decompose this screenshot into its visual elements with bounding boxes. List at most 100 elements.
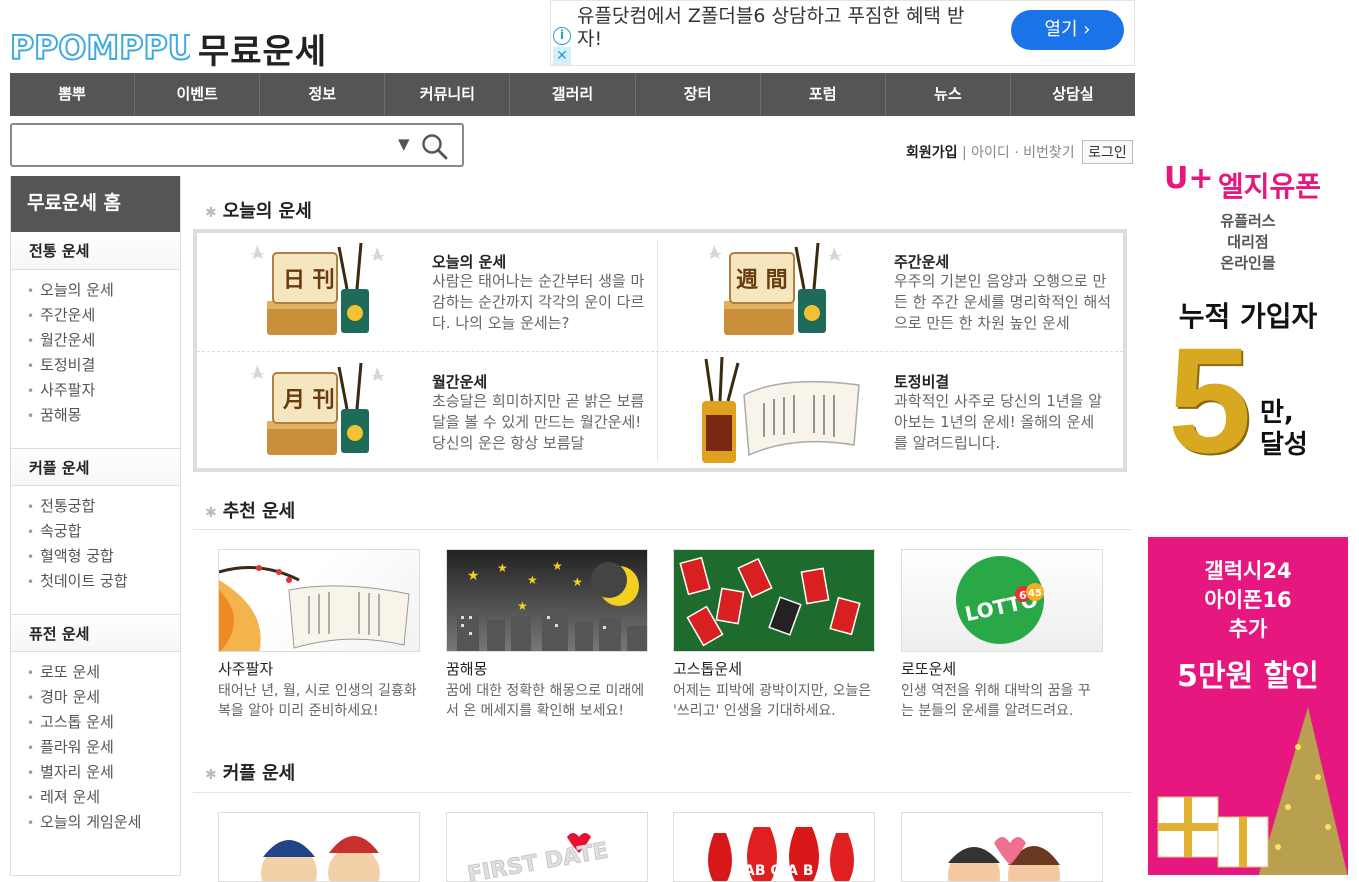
fortune-item-monthly[interactable]: 月 刊 월간운세 초승달은 희미하지만 곧 밝은 보름달을 볼 수 있게 만드는… bbox=[197, 353, 657, 470]
find-password-link[interactable]: 비번찾기 bbox=[1023, 145, 1075, 161]
nav-item-ppomppu[interactable]: 뽐뿌 bbox=[10, 73, 136, 116]
sidebar-item[interactable]: 오늘의 게임운세 bbox=[27, 810, 180, 835]
sidebar-item[interactable]: 별자리 운세 bbox=[27, 760, 180, 785]
ad-big-number: 5 bbox=[1168, 316, 1252, 484]
sidebar-section-title: 커플 운세 bbox=[11, 448, 180, 486]
section-heading-recommend: ✱ 추천 운세 bbox=[205, 497, 295, 523]
recommend-card-saju[interactable]: 사주팔자 태어난 년, 월, 시로 인생의 길흉화복을 알아 미리 준비하세요! bbox=[218, 549, 420, 721]
section-heading-text: 커플 운세 bbox=[222, 763, 296, 784]
card-title[interactable]: 고스톱운세 bbox=[673, 658, 875, 679]
ad-text[interactable]: 유플닷컴에서 Z폴더블6 상담하고 푸짐한 혜택 받자! bbox=[577, 5, 987, 51]
svg-text:★: ★ bbox=[572, 575, 583, 589]
section-heading-text: 오늘의 운세 bbox=[222, 201, 312, 222]
side-banner-ad[interactable]: U+ 엘지유폰 유플러스 대리점 온라인몰 누적 가입자 5 만, 달성 갤럭시… bbox=[1148, 125, 1348, 875]
ad-promo-line: 갤럭시24 bbox=[1204, 559, 1292, 583]
fortune-item-weekly[interactable]: 週 間 주간운세 우주의 기본인 음양과 오행으로 만든 한 주간 운세를 명리… bbox=[659, 233, 1119, 350]
close-icon[interactable]: ✕ bbox=[553, 47, 571, 65]
christmas-tree-icon bbox=[1157, 707, 1348, 875]
sidebar-list: 로또 운세 경마 운세 고스톱 운세 플라워 운세 별자리 운세 레져 운세 오… bbox=[11, 652, 180, 855]
nav-item-event[interactable]: 이벤트 bbox=[135, 73, 261, 116]
ad-open-button[interactable]: 열기 › bbox=[1011, 10, 1124, 50]
top-banner-ad[interactable]: 유플닷컴에서 Z폴더블6 상담하고 푸짐한 혜택 받자! i ✕ 열기 › bbox=[550, 0, 1135, 66]
sidebar-item[interactable]: 속궁합 bbox=[27, 519, 180, 544]
sidebar-item[interactable]: 첫데이트 궁합 bbox=[27, 569, 180, 594]
asterisk-icon: ✱ bbox=[205, 205, 217, 221]
sidebar-list: 오늘의 운세 주간운세 월간운세 토정비결 사주팔자 꿈해몽 bbox=[11, 270, 180, 448]
search-input[interactable]: ▼ bbox=[10, 123, 464, 167]
login-button[interactable]: 로그인 bbox=[1082, 140, 1133, 164]
card-title[interactable]: 꿈해몽 bbox=[446, 658, 648, 679]
blood-type-text: AB O A B bbox=[744, 863, 814, 879]
sidebar-item[interactable]: 혈액형 궁합 bbox=[27, 544, 180, 569]
sidebar-item[interactable]: 경마 운세 bbox=[27, 685, 180, 710]
ad-promo-lines: 갤럭시24 아이폰16 추가 bbox=[1148, 557, 1348, 644]
chevron-down-icon[interactable]: ▼ bbox=[398, 135, 410, 153]
recommend-card-dream[interactable]: ★ ★ ★ ★ ★ ★ 꿈해몽 꿈에 대한 정확한 해몽으로 미래에서 온 메세지를 확인… bbox=[446, 549, 648, 721]
card-title[interactable]: 로또운세 bbox=[901, 658, 1103, 679]
ppomppu-logo[interactable]: PPOMPPU bbox=[9, 26, 195, 68]
info-icon[interactable]: i bbox=[553, 27, 571, 45]
member-links: 회원가입 | 아이디 · 비번찾기 로그인 bbox=[906, 140, 1133, 164]
search-icon[interactable] bbox=[420, 132, 450, 162]
sidebar-item[interactable]: 토정비결 bbox=[27, 353, 180, 378]
nav-item-counsel[interactable]: 상담실 bbox=[1011, 73, 1135, 116]
nav-item-forum[interactable]: 포럼 bbox=[761, 73, 886, 116]
book-label: 週 間 bbox=[736, 267, 788, 293]
card-image: LOTTO 6 45 bbox=[901, 549, 1103, 652]
sidebar: 무료운세 홈 전통 운세 오늘의 운세 주간운세 월간운세 토정비결 사주팔자 … bbox=[10, 176, 181, 876]
sidebar-item[interactable]: 플라워 운세 bbox=[27, 735, 180, 760]
fortune-title[interactable]: 월간운세 bbox=[432, 371, 487, 392]
ad-sub-line: 온라인몰 bbox=[1220, 254, 1276, 272]
main-nav: 뽐뿌 이벤트 정보 커뮤니티 갤러리 장터 포럼 뉴스 상담실 bbox=[10, 73, 1135, 116]
fortune-desc: 우주의 기본인 음양과 오행으로 만든 한 주간 운세를 명리학적인 해석으로 … bbox=[894, 272, 1112, 332]
section-heading-today: ✱ 오늘의 운세 bbox=[205, 197, 312, 223]
svg-text:★: ★ bbox=[467, 568, 480, 584]
nav-item-news[interactable]: 뉴스 bbox=[886, 73, 1011, 116]
card-image bbox=[673, 549, 875, 652]
svg-text:★: ★ bbox=[517, 599, 528, 613]
monthly-book-icon: 月 刊 bbox=[251, 362, 385, 455]
card-desc: 인생 역전을 위해 대박의 꿈을 꾸는 분들의 운세를 알려드려요. bbox=[901, 683, 1091, 719]
find-id-link[interactable]: 아이디 bbox=[971, 145, 1010, 161]
fortune-title[interactable]: 오늘의 운세 bbox=[432, 251, 506, 272]
sidebar-list: 전통궁합 속궁합 혈액형 궁합 첫데이트 궁합 bbox=[11, 486, 180, 614]
lotto-number: 45 bbox=[1028, 588, 1042, 599]
nav-item-market[interactable]: 장터 bbox=[636, 73, 761, 116]
sidebar-home[interactable]: 무료운세 홈 bbox=[11, 176, 180, 232]
asterisk-icon: ✱ bbox=[205, 767, 217, 783]
ad-promo-line: 추가 bbox=[1228, 617, 1268, 641]
join-link[interactable]: 회원가입 bbox=[906, 145, 958, 161]
svg-text:★: ★ bbox=[497, 561, 508, 575]
sidebar-item[interactable]: 레져 운세 bbox=[27, 785, 180, 810]
ad-unit-line: 만, bbox=[1260, 398, 1294, 428]
svg-text:★: ★ bbox=[552, 559, 563, 573]
sidebar-item[interactable]: 로또 운세 bbox=[27, 660, 180, 685]
fortune-title[interactable]: 토정비결 bbox=[894, 371, 949, 392]
sidebar-item[interactable]: 고스톱 운세 bbox=[27, 710, 180, 735]
book-label: 日 刊 bbox=[283, 267, 335, 293]
nav-item-community[interactable]: 커뮤니티 bbox=[385, 73, 511, 116]
brand-plus: U+ bbox=[1164, 161, 1214, 196]
card-image bbox=[218, 549, 420, 652]
sidebar-item[interactable]: 주간운세 bbox=[27, 303, 180, 328]
sidebar-item[interactable]: 사주팔자 bbox=[27, 378, 180, 403]
sidebar-item[interactable]: 전통궁합 bbox=[27, 494, 180, 519]
fortune-item-today[interactable]: 日 刊 오늘의 운세 사람은 태어나는 순간부터 생을 마감하는 순간까지 각각… bbox=[197, 233, 657, 350]
recommend-card-lotto[interactable]: LOTTO 6 45 로또운세 인생 역전을 위해 대박의 꿈을 꾸는 분들의 … bbox=[901, 549, 1103, 721]
fortune-title[interactable]: 주간운세 bbox=[894, 251, 949, 272]
sidebar-item[interactable]: 월간운세 bbox=[27, 328, 180, 353]
nav-item-gallery[interactable]: 갤러리 bbox=[510, 73, 636, 116]
fortune-desc: 사람은 태어나는 순간부터 생을 마감하는 순간까지 각각의 운이 다르다. 나… bbox=[432, 272, 645, 332]
lotto-number: 6 bbox=[1019, 589, 1027, 602]
card-title[interactable]: 사주팔자 bbox=[218, 658, 420, 679]
recommend-card-gostop[interactable]: 고스톱운세 어제는 피박에 광박이지만, 오늘은 '쓰리고' 인생을 기대하세요… bbox=[673, 549, 875, 721]
svg-text:★: ★ bbox=[527, 573, 538, 587]
ad-subtitle: 유플러스 대리점 온라인몰 bbox=[1148, 211, 1348, 274]
logo-text: PPOMPPU bbox=[10, 28, 190, 66]
sidebar-section-title: 퓨전 운세 bbox=[11, 614, 180, 652]
fortune-item-tojeong[interactable]: 토정비결 과학적인 사주로 당신의 1년을 알아보는 1년의 운세! 올해의 운… bbox=[659, 353, 1119, 470]
sidebar-item[interactable]: 꿈해몽 bbox=[27, 403, 180, 428]
card-desc: 태어난 년, 월, 시로 인생의 길흉화복을 알아 미리 준비하세요! bbox=[218, 683, 417, 719]
nav-item-info[interactable]: 정보 bbox=[260, 73, 386, 116]
sidebar-item[interactable]: 오늘의 운세 bbox=[27, 278, 180, 303]
